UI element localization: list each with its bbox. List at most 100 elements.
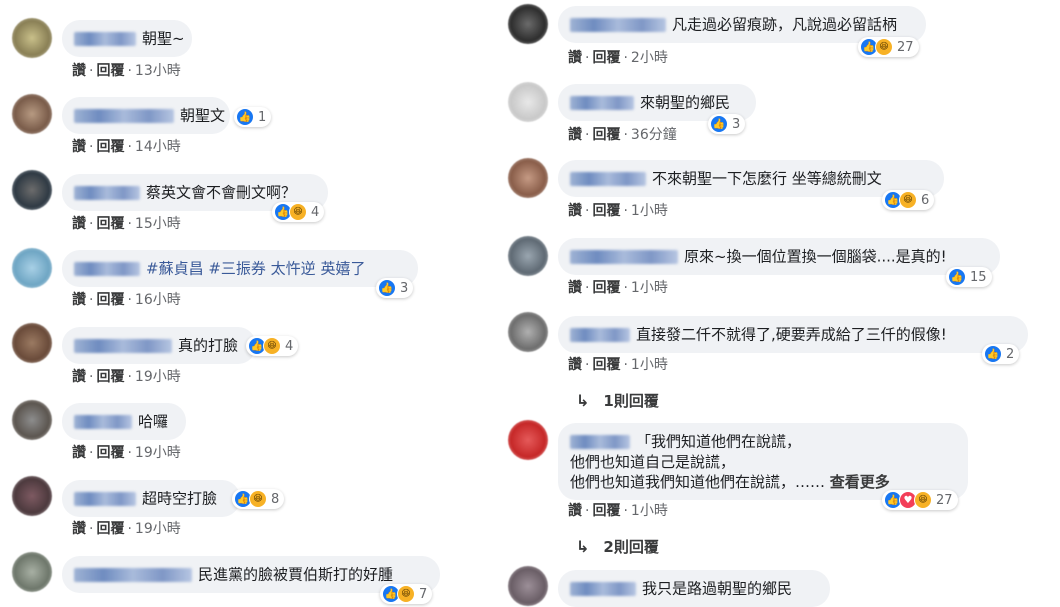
reaction-summary[interactable]: 👍 😆 4 bbox=[246, 336, 299, 356]
like-link[interactable]: 讚 bbox=[72, 292, 86, 308]
reaction-summary[interactable]: 👍 3 bbox=[376, 278, 414, 298]
like-link[interactable]: 讚 bbox=[568, 357, 582, 373]
like-link[interactable]: 讚 bbox=[568, 280, 582, 296]
like-link[interactable]: 讚 bbox=[72, 63, 86, 79]
avatar[interactable] bbox=[12, 170, 52, 210]
reaction-summary[interactable]: 👍 ♥ 😆 27 bbox=[882, 490, 958, 510]
avatar[interactable] bbox=[508, 158, 548, 198]
comment-actions: 讚 · 回覆 · 15小時 bbox=[72, 216, 181, 232]
timestamp[interactable]: 13小時 bbox=[135, 63, 181, 79]
haha-reaction-icon: 😆 bbox=[914, 491, 932, 509]
reaction-summary[interactable]: 👍 1 bbox=[234, 107, 272, 127]
like-link[interactable]: 讚 bbox=[72, 369, 86, 385]
commenter-name-blurred[interactable] bbox=[570, 95, 634, 110]
timestamp[interactable]: 14小時 bbox=[135, 139, 181, 155]
timestamp[interactable]: 19小時 bbox=[135, 521, 181, 537]
timestamp[interactable]: 2小時 bbox=[631, 50, 668, 66]
commenter-name-blurred[interactable] bbox=[74, 261, 140, 276]
reply-link[interactable]: 回覆 bbox=[96, 445, 124, 461]
timestamp[interactable]: 19小時 bbox=[135, 369, 181, 385]
commenter-name-blurred[interactable] bbox=[570, 434, 630, 449]
avatar[interactable] bbox=[12, 323, 52, 363]
commenter-name-blurred[interactable] bbox=[74, 108, 174, 123]
reply-link[interactable]: 回覆 bbox=[96, 521, 124, 537]
reaction-summary[interactable]: 👍 😆 4 bbox=[272, 202, 325, 222]
timestamp[interactable]: 36分鐘 bbox=[631, 127, 677, 143]
timestamp[interactable]: 1小時 bbox=[631, 280, 668, 296]
avatar[interactable] bbox=[508, 420, 548, 460]
comment-text: 朝聖~ bbox=[142, 29, 185, 48]
reply-link[interactable]: 回覆 bbox=[96, 369, 124, 385]
avatar[interactable] bbox=[508, 82, 548, 122]
reply-link[interactable]: 回覆 bbox=[96, 139, 124, 155]
reaction-summary[interactable]: 👍 15 bbox=[946, 267, 992, 287]
reply-link[interactable]: 回覆 bbox=[96, 63, 124, 79]
avatar[interactable] bbox=[12, 476, 52, 516]
avatar[interactable] bbox=[508, 4, 548, 44]
comment-text: 蔡英文會不會刪文啊？ bbox=[146, 183, 297, 202]
timestamp[interactable]: 1小時 bbox=[631, 503, 668, 519]
comment-actions: 讚 · 回覆 · 1小時 bbox=[568, 357, 668, 373]
reaction-summary[interactable]: 👍 2 bbox=[982, 344, 1020, 364]
haha-reaction-icon: 😆 bbox=[875, 38, 893, 56]
like-link[interactable]: 讚 bbox=[72, 139, 86, 155]
timestamp[interactable]: 15小時 bbox=[135, 216, 181, 232]
avatar[interactable] bbox=[12, 94, 52, 134]
reply-link[interactable]: 回覆 bbox=[96, 216, 124, 232]
commenter-name-blurred[interactable] bbox=[74, 31, 136, 46]
comment-bubble: 原來~換一個位置換一個腦袋....是真的! bbox=[558, 238, 1000, 275]
avatar[interactable] bbox=[508, 236, 548, 276]
like-link[interactable]: 讚 bbox=[568, 203, 582, 219]
avatar[interactable] bbox=[12, 248, 52, 288]
like-link[interactable]: 讚 bbox=[568, 127, 582, 143]
reply-link[interactable]: 回覆 bbox=[592, 203, 620, 219]
avatar[interactable] bbox=[12, 400, 52, 440]
commenter-name-blurred[interactable] bbox=[74, 414, 132, 429]
commenter-name-blurred[interactable] bbox=[570, 171, 646, 186]
like-reaction-icon: 👍 bbox=[378, 279, 396, 297]
timestamp[interactable]: 19小時 bbox=[135, 445, 181, 461]
reaction-summary[interactable]: 👍 😆 8 bbox=[232, 489, 285, 509]
commenter-name-blurred[interactable] bbox=[570, 327, 630, 342]
reply-link[interactable]: 回覆 bbox=[592, 357, 620, 373]
reply-link[interactable]: 回覆 bbox=[592, 280, 620, 296]
see-more-link[interactable]: 查看更多 bbox=[830, 473, 890, 491]
reply-link[interactable]: 回覆 bbox=[592, 127, 620, 143]
comment-text: #蘇貞昌 #三振券 太忤逆 英嬉了 bbox=[146, 259, 366, 278]
reaction-summary[interactable]: 👍 😆 6 bbox=[882, 190, 935, 210]
timestamp[interactable]: 1小時 bbox=[631, 203, 668, 219]
avatar[interactable] bbox=[508, 312, 548, 352]
avatar[interactable] bbox=[508, 566, 548, 606]
commenter-name-blurred[interactable] bbox=[570, 17, 666, 32]
reply-link[interactable]: 回覆 bbox=[96, 292, 124, 308]
like-link[interactable]: 讚 bbox=[72, 521, 86, 537]
reaction-summary[interactable]: 👍 3 bbox=[708, 114, 746, 134]
reply-link[interactable]: 回覆 bbox=[592, 50, 620, 66]
comment-actions: 讚 · 回覆 · 1小時 bbox=[568, 503, 668, 519]
reaction-summary[interactable]: 👍 😆 27 bbox=[858, 37, 919, 57]
view-replies-link[interactable]: ↳ 1則回覆 bbox=[576, 390, 659, 411]
commenter-name-blurred[interactable] bbox=[74, 567, 192, 582]
comment-bubble: 朝聖~ bbox=[62, 20, 192, 57]
timestamp[interactable]: 1小時 bbox=[631, 357, 668, 373]
comment-text: 真的打臉 bbox=[178, 336, 239, 355]
like-link[interactable]: 讚 bbox=[568, 50, 582, 66]
comment-actions: 讚 · 回覆 · 1小時 bbox=[568, 280, 668, 296]
commenter-name-blurred[interactable] bbox=[74, 338, 172, 353]
timestamp[interactable]: 16小時 bbox=[135, 292, 181, 308]
like-link[interactable]: 讚 bbox=[72, 445, 86, 461]
commenter-name-blurred[interactable] bbox=[74, 491, 136, 506]
reaction-summary[interactable]: 👍 😆 7 bbox=[380, 584, 433, 604]
haha-reaction-icon: 😆 bbox=[289, 203, 307, 221]
haha-reaction-icon: 😆 bbox=[263, 337, 281, 355]
like-link[interactable]: 讚 bbox=[568, 503, 582, 519]
like-link[interactable]: 讚 bbox=[72, 216, 86, 232]
view-replies-link[interactable]: ↳ 2則回覆 bbox=[576, 536, 659, 557]
reply-link[interactable]: 回覆 bbox=[592, 503, 620, 519]
commenter-name-blurred[interactable] bbox=[570, 249, 678, 264]
commenter-name-blurred[interactable] bbox=[74, 185, 140, 200]
avatar[interactable] bbox=[12, 552, 52, 592]
avatar[interactable] bbox=[12, 18, 52, 58]
commenter-name-blurred[interactable] bbox=[570, 581, 636, 596]
comment-actions: 讚 · 回覆 · 16小時 bbox=[72, 292, 181, 308]
